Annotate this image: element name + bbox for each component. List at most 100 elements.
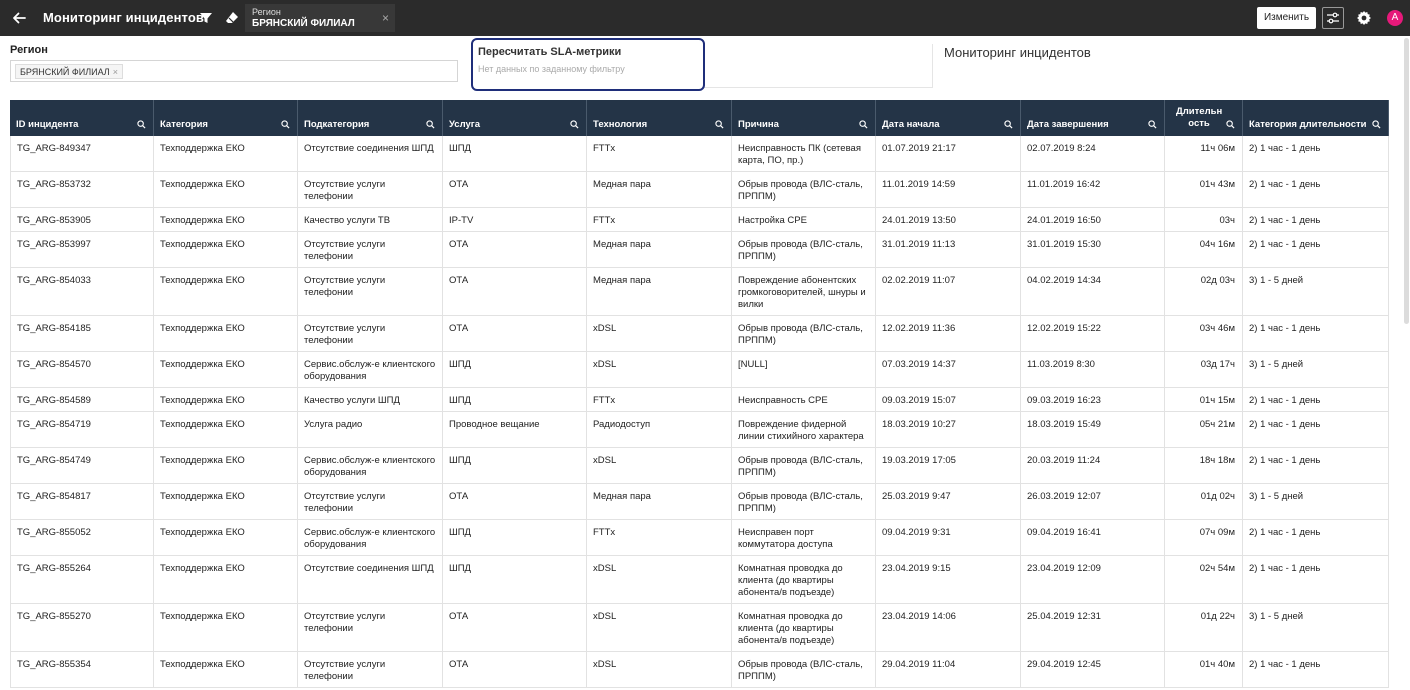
search-icon[interactable] [426, 120, 435, 129]
gear-icon[interactable] [1356, 10, 1372, 26]
clear-filter-icon[interactable] [224, 10, 240, 26]
vertical-scrollbar[interactable] [1404, 38, 1409, 324]
search-icon[interactable] [1148, 120, 1157, 129]
table-row[interactable]: TG_ARG-854185 Техподдержка ЕКО Отсутствие … [10, 316, 1389, 352]
cell-duration_category: 2) 1 час - 1 день [1243, 448, 1389, 483]
search-icon[interactable] [1004, 120, 1013, 129]
region-filter-chip[interactable]: Регион БРЯНСКИЙ ФИЛИАЛ × [245, 4, 395, 32]
table-row[interactable]: TG_ARG-854817 Техподдержка ЕКО Отсутствие … [10, 484, 1389, 520]
table-row[interactable]: TG_ARG-855354 Техподдержка ЕКО Отсутствие … [10, 652, 1389, 688]
search-icon[interactable] [570, 120, 579, 129]
cell-duration_category: 2) 1 час - 1 день [1243, 232, 1389, 267]
cell-service: ОТА [443, 268, 587, 315]
cell-subcategory: Отсутствие услуги телефонии [298, 232, 443, 267]
column-header-subcategory[interactable]: Подкатегория [298, 100, 443, 136]
cell-start: 18.03.2019 10:27 [876, 412, 1021, 447]
cell-id: TG_ARG-855052 [10, 520, 154, 555]
cell-category: Техподдержка ЕКО [154, 484, 298, 519]
cell-category: Техподдержка ЕКО [154, 232, 298, 267]
cell-subcategory: Сервис.обслуж-е клиентского оборудования [298, 352, 443, 387]
table-row[interactable]: TG_ARG-854749 Техподдержка ЕКО Сервис.обсл… [10, 448, 1389, 484]
column-header-duration[interactable]: Длительн ость [1165, 100, 1243, 136]
region-chip-value: БРЯНСКИЙ ФИЛИАЛ [252, 18, 355, 29]
cell-category: Техподдержка ЕКО [154, 172, 298, 207]
cell-service: ОТА [443, 232, 587, 267]
cell-id: TG_ARG-853905 [10, 208, 154, 231]
cell-technology: xDSL [587, 556, 732, 603]
column-header-label: Дата завершения [1027, 119, 1109, 130]
cell-start: 23.04.2019 14:06 [876, 604, 1021, 651]
cell-end: 23.04.2019 12:09 [1021, 556, 1165, 603]
cell-technology: Медная пара [587, 232, 732, 267]
cell-subcategory: Сервис.обслуж-е клиентского оборудования [298, 520, 443, 555]
recalc-sla-title: Пересчитать SLA-метрики [478, 46, 622, 58]
cell-start: 12.02.2019 11:36 [876, 316, 1021, 351]
filter-icon[interactable] [199, 11, 213, 25]
cell-technology: FTTx [587, 136, 732, 171]
cell-duration_category: 2) 1 час - 1 день [1243, 556, 1389, 603]
search-icon[interactable] [715, 120, 724, 129]
page-title: Мониторинг инцидентов [43, 10, 204, 25]
table-row[interactable]: TG_ARG-853732 Техподдержка ЕКО Отсутствие … [10, 172, 1389, 208]
close-icon[interactable]: × [382, 11, 389, 25]
table-row[interactable]: TG_ARG-854033 Техподдержка ЕКО Отсутствие … [10, 268, 1389, 316]
cell-id: TG_ARG-849347 [10, 136, 154, 171]
cell-technology: Медная пара [587, 172, 732, 207]
column-header-label: Категория длительности [1249, 119, 1367, 130]
cell-category: Техподдержка ЕКО [154, 604, 298, 651]
cell-category: Техподдержка ЕКО [154, 208, 298, 231]
cell-service: ОТА [443, 652, 587, 687]
table-row[interactable]: TG_ARG-853905 Техподдержка ЕКО Качество ус… [10, 208, 1389, 232]
cell-id: TG_ARG-854719 [10, 412, 154, 447]
table-row[interactable]: TG_ARG-853997 Техподдержка ЕКО Отсутствие … [10, 232, 1389, 268]
cell-technology: Медная пара [587, 268, 732, 315]
region-selected-tag: БРЯНСКИЙ ФИЛИАЛ × [15, 64, 123, 79]
column-header-label: Причина [738, 119, 779, 130]
column-header-category[interactable]: Категория [154, 100, 298, 136]
table-row[interactable]: TG_ARG-854719 Техподдержка ЕКО Услуга ради… [10, 412, 1389, 448]
cell-duration: 04ч 16м [1165, 232, 1243, 267]
cell-service: ШПД [443, 388, 587, 411]
cell-duration: 01д 02ч [1165, 484, 1243, 519]
column-header-label: Дата начала [882, 119, 940, 130]
column-header-end[interactable]: Дата завершения [1021, 100, 1165, 136]
column-header-technology[interactable]: Технология [587, 100, 732, 136]
column-header-label: Технология [593, 119, 648, 130]
cell-duration: 01д 22ч [1165, 604, 1243, 651]
column-header-service[interactable]: Услуга [443, 100, 587, 136]
cell-end: 25.04.2019 12:31 [1021, 604, 1165, 651]
cell-start: 02.02.2019 11:07 [876, 268, 1021, 315]
back-arrow-icon[interactable] [10, 9, 28, 27]
table-row[interactable]: TG_ARG-855052 Техподдержка ЕКО Сервис.обсл… [10, 520, 1389, 556]
avatar[interactable]: A [1387, 10, 1403, 26]
search-icon[interactable] [1372, 120, 1381, 129]
column-header-start[interactable]: Дата начала [876, 100, 1021, 136]
cell-subcategory: Отсутствие услуги телефонии [298, 484, 443, 519]
sla-card-frame [704, 44, 933, 88]
table-row[interactable]: TG_ARG-854589 Техподдержка ЕКО Качество ус… [10, 388, 1389, 412]
cell-id: TG_ARG-854817 [10, 484, 154, 519]
search-icon[interactable] [1226, 120, 1235, 129]
region-select-input[interactable]: БРЯНСКИЙ ФИЛИАЛ × [10, 60, 458, 82]
table-row[interactable]: TG_ARG-855264 Техподдержка ЕКО Отсутствие … [10, 556, 1389, 604]
cell-id: TG_ARG-854570 [10, 352, 154, 387]
cell-cause: Неисправность CPE [732, 388, 876, 411]
edit-button[interactable]: Изменить [1257, 7, 1316, 29]
cell-duration_category: 2) 1 час - 1 день [1243, 412, 1389, 447]
remove-tag-icon[interactable]: × [113, 67, 118, 77]
column-header-id[interactable]: ID инцидента [10, 100, 154, 136]
column-header-label: Длительн ость [1176, 106, 1223, 129]
cell-cause: Обрыв провода (ВЛС-сталь, ПРППМ) [732, 484, 876, 519]
table-row[interactable]: TG_ARG-855270 Техподдержка ЕКО Отсутствие … [10, 604, 1389, 652]
table-row[interactable]: TG_ARG-854570 Техподдержка ЕКО Сервис.обсл… [10, 352, 1389, 388]
settings-sliders-button[interactable] [1322, 7, 1344, 29]
column-header-duration_category[interactable]: Категория длительности [1243, 100, 1389, 136]
column-header-cause[interactable]: Причина [732, 100, 876, 136]
recalc-sla-card[interactable]: Пересчитать SLA-метрики Нет данных по за… [471, 38, 705, 91]
search-icon[interactable] [859, 120, 868, 129]
cell-technology: Радиодоступ [587, 412, 732, 447]
search-icon[interactable] [281, 120, 290, 129]
cell-id: TG_ARG-853732 [10, 172, 154, 207]
table-row[interactable]: TG_ARG-849347 Техподдержка ЕКО Отсутствие … [10, 136, 1389, 172]
search-icon[interactable] [137, 120, 146, 129]
